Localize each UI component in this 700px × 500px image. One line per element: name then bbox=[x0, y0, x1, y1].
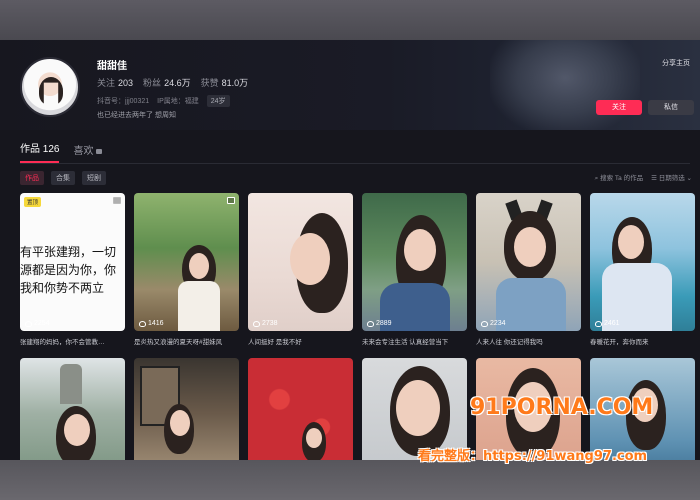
filter-chips: 作品 合集 短剧 bbox=[20, 171, 106, 185]
video-thumbnail[interactable] bbox=[362, 358, 467, 460]
video-card[interactable]: 2889 未来会专注生活 认真经营当下 bbox=[362, 193, 467, 346]
video-card[interactable]: 2234 人来人往 你还记得我吗 bbox=[476, 193, 581, 346]
ip-location: IP属地：福建 bbox=[157, 98, 199, 105]
video-caption: 未来会专注生活 认真经营当下 bbox=[362, 339, 449, 346]
video-thumbnail[interactable] bbox=[590, 358, 695, 460]
window-bottom-edge bbox=[0, 460, 700, 500]
stat-following[interactable]: 关注 203 bbox=[97, 76, 133, 89]
profile-page: 甜甜佳 关注 203 粉丝 24.6万 获赞 81.0万 抖音号：jjj00321 I… bbox=[0, 40, 700, 460]
stat-likes: 获赞 81.0万 bbox=[200, 78, 249, 88]
video-card[interactable]: 置顶 有平张建翔，一切 源都是因为你，你 我和你势不两立 2254 张建翔的妈妈… bbox=[20, 193, 125, 346]
video-thumbnail[interactable] bbox=[248, 358, 353, 460]
video-caption: 春暖花开，奔你而来 bbox=[590, 339, 649, 346]
tabs-divider bbox=[20, 163, 690, 164]
video-thumbnail[interactable]: 2889 bbox=[362, 193, 467, 331]
profile-bio: 也已经进去两年了 想周知 bbox=[97, 112, 176, 119]
window-top-edge bbox=[0, 0, 700, 40]
like-count: 2234 bbox=[481, 320, 506, 327]
lock-icon bbox=[96, 149, 103, 154]
stat-followers[interactable]: 粉丝 24.6万 bbox=[143, 76, 191, 89]
heart-icon bbox=[25, 320, 32, 327]
video-card[interactable] bbox=[20, 358, 125, 460]
video-card[interactable]: 2738 人间挺好 是我不好 bbox=[248, 193, 353, 346]
profile-header: 甜甜佳 关注 203 粉丝 24.6万 获赞 81.0万 抖音号：jjj00321 I… bbox=[0, 40, 700, 130]
message-button[interactable]: 私信 bbox=[648, 100, 694, 115]
follow-button[interactable]: 关注 bbox=[596, 100, 642, 115]
like-count: 2889 bbox=[367, 320, 392, 327]
video-thumbnail[interactable] bbox=[20, 358, 125, 460]
douyin-id: 抖音号：jjj00321 bbox=[97, 98, 150, 105]
filter-works[interactable]: 作品 bbox=[20, 171, 44, 185]
tab-works[interactable]: 作品 126 bbox=[20, 140, 60, 163]
video-caption: 是炎热又浪漫的夏天呀#甜妹风 bbox=[134, 339, 223, 346]
filter-collections[interactable]: 合集 bbox=[51, 171, 75, 185]
chevron-down-icon: ⌄ bbox=[684, 175, 692, 182]
search-works-button[interactable]: ⌕ 搜索 Ta 的作品 bbox=[595, 172, 643, 183]
video-thumbnail[interactable] bbox=[476, 358, 581, 460]
like-count: 2738 bbox=[253, 320, 278, 327]
tab-likes[interactable]: 喜欢 bbox=[73, 142, 103, 163]
share-profile-button[interactable]: 分享主页 bbox=[662, 58, 690, 68]
heart-icon bbox=[367, 320, 374, 327]
heart-icon bbox=[481, 320, 488, 327]
video-card[interactable]: 2461 春暖花开，奔你而来 bbox=[590, 193, 695, 346]
video-thumbnail[interactable]: 2461 bbox=[590, 193, 695, 331]
grid-tools: ⌕ 搜索 Ta 的作品 ☰ 日期筛选 ⌄ bbox=[595, 172, 692, 183]
video-card[interactable] bbox=[590, 358, 695, 460]
filter-short-dramas[interactable]: 短剧 bbox=[82, 171, 106, 185]
profile-name: 甜甜佳 bbox=[97, 61, 127, 72]
pinned-badge: 置顶 bbox=[24, 197, 42, 207]
video-thumbnail[interactable] bbox=[134, 358, 239, 460]
multi-image-icon bbox=[113, 197, 121, 204]
header-background-image bbox=[490, 40, 640, 130]
video-thumbnail[interactable]: 2738 bbox=[248, 193, 353, 331]
age-badge: 24岁 bbox=[206, 95, 230, 107]
content-tabs: 作品 126 喜欢 bbox=[20, 140, 103, 163]
heart-icon bbox=[253, 320, 260, 327]
avatar[interactable] bbox=[20, 57, 80, 117]
profile-meta: 抖音号：jjj00321 IP属地：福建 24岁 bbox=[97, 95, 230, 107]
thumbnail-text: 有平张建翔，一切 源都是因为你，你 我和你势不两立 bbox=[20, 245, 117, 295]
like-count: 1416 bbox=[139, 320, 164, 327]
video-caption: 人间挺好 是我不好 bbox=[248, 339, 302, 346]
video-thumbnail[interactable]: 置顶 有平张建翔，一切 源都是因为你，你 我和你势不两立 2254 bbox=[20, 193, 125, 331]
video-card[interactable] bbox=[362, 358, 467, 460]
video-caption: 人来人往 你还记得我吗 bbox=[476, 339, 543, 346]
filter-icon: ☰ bbox=[651, 175, 659, 182]
video-thumbnail[interactable]: 2234 bbox=[476, 193, 581, 331]
like-count: 2461 bbox=[595, 320, 620, 327]
profile-stats: 关注 203 粉丝 24.6万 获赞 81.0万 bbox=[97, 76, 248, 89]
date-filter-button[interactable]: ☰ 日期筛选 ⌄ bbox=[651, 172, 692, 183]
video-card[interactable] bbox=[134, 358, 239, 460]
like-count: 2254 bbox=[25, 320, 50, 327]
multi-image-icon bbox=[227, 197, 235, 204]
video-card[interactable]: 1416 是炎热又浪漫的夏天呀#甜妹风 bbox=[134, 193, 239, 346]
heart-icon bbox=[595, 320, 602, 327]
video-card[interactable] bbox=[476, 358, 581, 460]
video-caption: 张建翔的妈妈，你不会管教… bbox=[20, 339, 105, 346]
video-thumbnail[interactable]: 1416 bbox=[134, 193, 239, 331]
heart-icon bbox=[139, 320, 146, 327]
video-card[interactable] bbox=[248, 358, 353, 460]
